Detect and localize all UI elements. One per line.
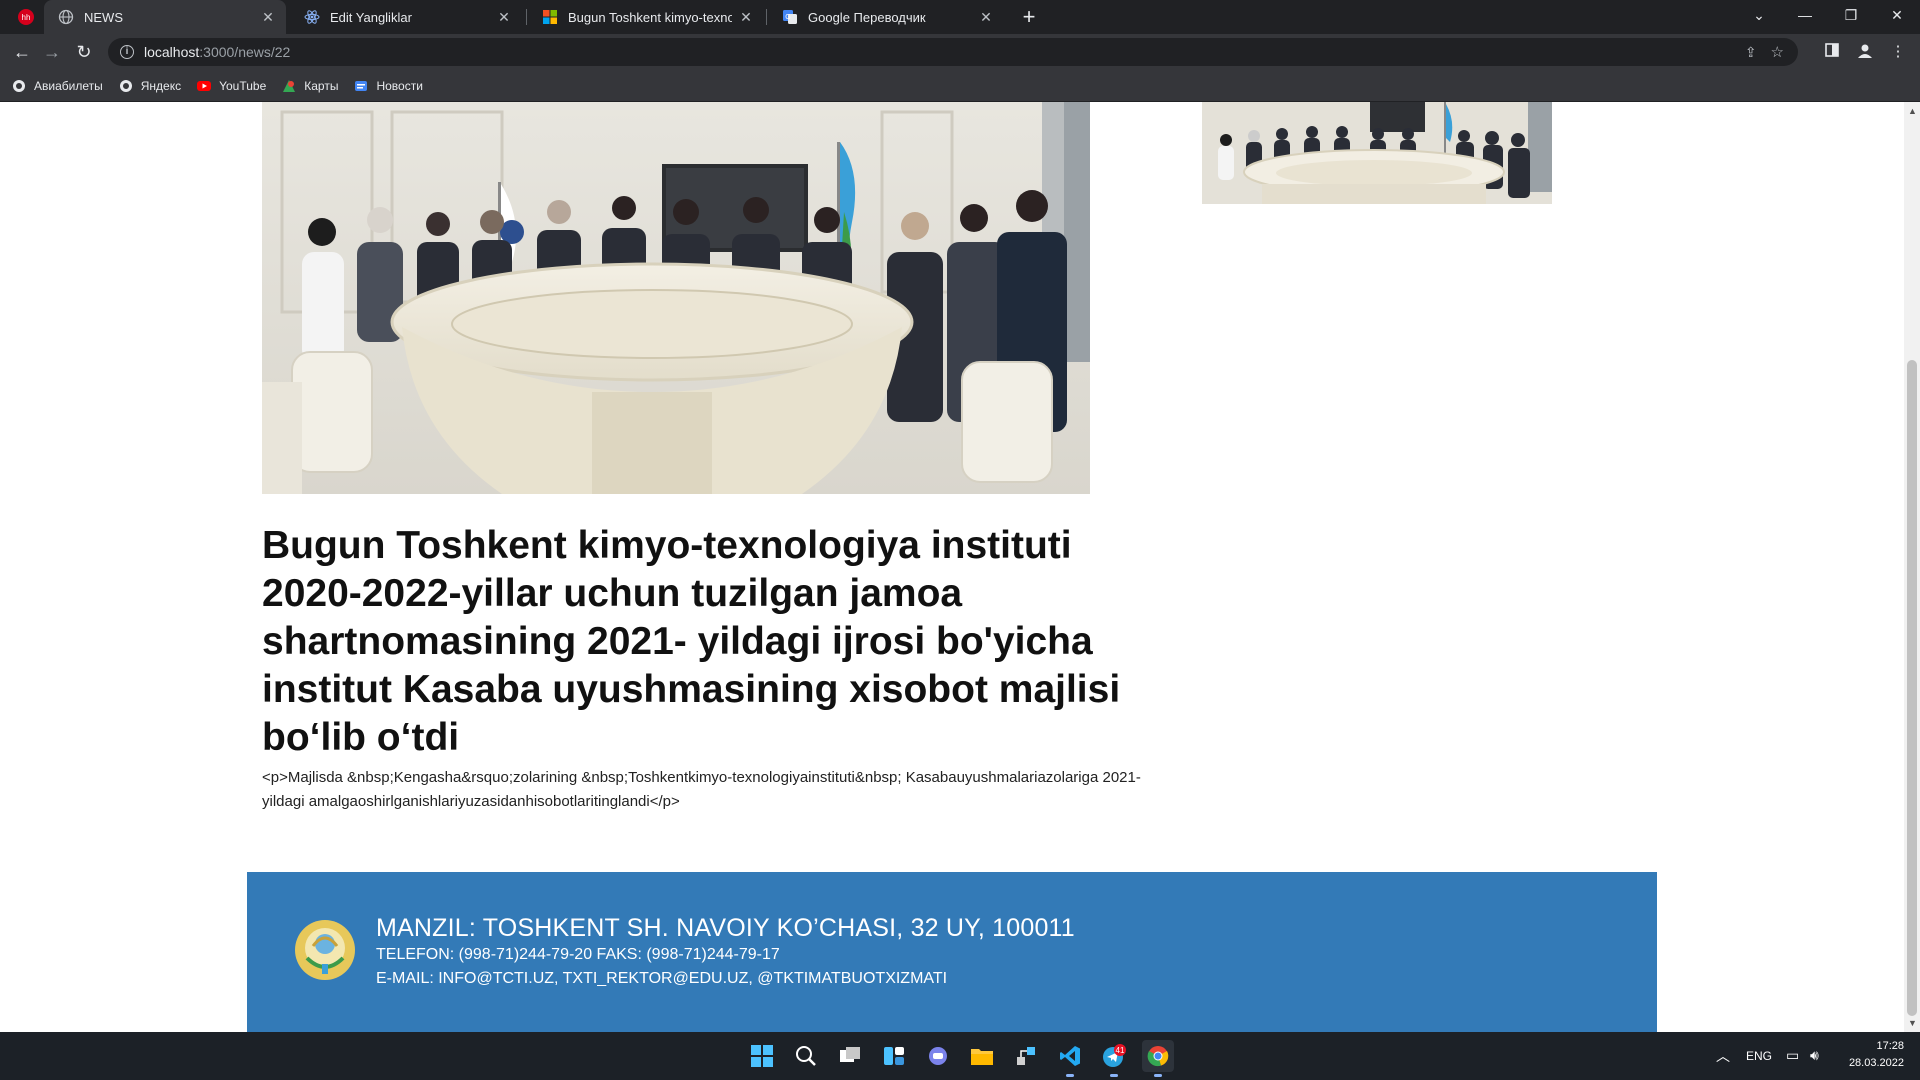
volume-icon[interactable]: 🔊︎ bbox=[1810, 1047, 1819, 1064]
url-host: localhost bbox=[144, 44, 200, 60]
tab-title: NEWS bbox=[84, 9, 123, 25]
bookmarks-bar: Авиабилеты Яндекс YouTube Карты Новости bbox=[0, 70, 1920, 102]
scroll-down-icon[interactable]: ▼ bbox=[1908, 1018, 1917, 1028]
maps-icon bbox=[282, 79, 296, 93]
url-path: :3000/news/22 bbox=[199, 44, 291, 60]
close-window-button[interactable]: ✕ bbox=[1874, 0, 1920, 30]
tab-edit-yangliklar[interactable]: Edit Yangliklar ✕ bbox=[290, 0, 522, 34]
search-icon[interactable] bbox=[790, 1040, 822, 1072]
footer-address: MANZIL: TOSHKENT SH. NAVOIY KO’CHASI, 32… bbox=[376, 914, 1075, 942]
star-icon[interactable]: ☆ bbox=[1771, 43, 1784, 61]
page-viewport: Bugun Toshkent kimyo-texnologiya institu… bbox=[0, 102, 1920, 1032]
network-app-icon[interactable] bbox=[1010, 1040, 1042, 1072]
globe-icon bbox=[119, 79, 133, 93]
page-scrollbar[interactable]: ▲ ▼ bbox=[1904, 102, 1920, 1032]
bookmark-aviabilety[interactable]: Авиабилеты bbox=[12, 79, 103, 93]
close-icon[interactable]: ✕ bbox=[738, 9, 754, 26]
uzbekistan-emblem-icon bbox=[293, 918, 357, 982]
forward-button[interactable]: → bbox=[40, 40, 64, 64]
tab-divider bbox=[526, 9, 527, 25]
bookmark-yandex[interactable]: Яндекс bbox=[119, 79, 181, 93]
article-title: Bugun Toshkent kimyo-texnologiya institu… bbox=[262, 524, 1121, 759]
chrome-icon[interactable] bbox=[1142, 1040, 1174, 1077]
article-body: <p>Majlisda &nbsp;Kengasha&rsquo;zolarin… bbox=[262, 769, 1141, 810]
windows-start-icon[interactable] bbox=[746, 1040, 778, 1072]
bookmark-karty[interactable]: Карты bbox=[282, 79, 338, 93]
bookmark-label: Новости bbox=[376, 78, 423, 93]
bookmark-label: Яндекс bbox=[140, 78, 182, 93]
svg-text:hh: hh bbox=[22, 13, 31, 22]
widgets-icon[interactable] bbox=[878, 1040, 910, 1072]
microsoft-icon bbox=[542, 9, 558, 25]
bookmark-novosti[interactable]: Новости bbox=[354, 78, 423, 93]
tab-news[interactable]: NEWS ✕ bbox=[44, 0, 286, 34]
new-tab-button[interactable]: + bbox=[1016, 4, 1042, 30]
telegram-icon[interactable]: 41 bbox=[1098, 1040, 1130, 1077]
windows-taskbar: 41 ︿ ENG ▭ 🔊︎ 17:28 28.03.2022 bbox=[0, 1032, 1920, 1080]
globe-icon bbox=[58, 9, 74, 25]
scrollbar-thumb[interactable] bbox=[1907, 360, 1917, 1016]
restore-button[interactable]: ❐ bbox=[1828, 0, 1874, 30]
tab-bugun-toshkent[interactable]: Bugun Toshkent kimyo-texnologiya ✕ bbox=[528, 0, 764, 34]
network-icon[interactable]: ▭ bbox=[1786, 1047, 1799, 1064]
tab-search-icon[interactable]: ⌄ bbox=[1736, 0, 1782, 30]
menu-icon[interactable]: ⋮ bbox=[1888, 42, 1908, 62]
bookmark-label: YouTube bbox=[219, 78, 267, 93]
hh-icon: hh bbox=[18, 9, 34, 25]
svg-text:G: G bbox=[785, 14, 790, 21]
file-explorer-icon[interactable] bbox=[966, 1040, 998, 1072]
news-main-image bbox=[262, 102, 1090, 494]
telegram-badge: 41 bbox=[1116, 1046, 1125, 1055]
footer-phone: TELEFON: (998-71)244-79-20 FAKS: (998-71… bbox=[376, 946, 780, 963]
bookmark-label: Карты bbox=[304, 78, 339, 93]
tab-title: Edit Yangliklar bbox=[330, 9, 412, 25]
news-thumbnail-image[interactable] bbox=[1202, 102, 1552, 204]
news-icon bbox=[354, 79, 368, 93]
browser-toolbar: ← → ↻ i localhost:3000/news/22 ⇪ ☆ ⋮ bbox=[0, 34, 1920, 70]
info-icon[interactable]: i bbox=[120, 45, 134, 59]
close-icon[interactable]: ✕ bbox=[260, 9, 276, 26]
close-icon[interactable]: ✕ bbox=[496, 9, 512, 26]
site-footer: MANZIL: TOSHKENT SH. NAVOIY KO’CHASI, 32… bbox=[247, 872, 1657, 1032]
react-icon bbox=[304, 9, 320, 25]
tab-title: Bugun Toshkent kimyo-texnologiya bbox=[568, 9, 732, 25]
clock-time[interactable]: 17:28 bbox=[1848, 1040, 1904, 1052]
close-icon[interactable]: ✕ bbox=[978, 9, 994, 26]
language-indicator[interactable]: ENG bbox=[1746, 1049, 1772, 1063]
reload-button[interactable]: ↻ bbox=[72, 40, 96, 64]
youtube-icon bbox=[197, 79, 212, 93]
side-panel-icon[interactable] bbox=[1822, 42, 1842, 62]
footer-email: E-MAIL: INFO@TCTI.UZ, TXTI_REKTOR@EDU.UZ… bbox=[376, 970, 948, 987]
hh-pinned-tab[interactable]: hh bbox=[8, 0, 44, 34]
task-view-icon[interactable] bbox=[834, 1040, 866, 1072]
tray-chevron-icon[interactable]: ︿ bbox=[1716, 1046, 1730, 1066]
vscode-icon[interactable] bbox=[1054, 1040, 1086, 1077]
tab-strip: hh NEWS ✕ Edit Yangliklar ✕ Bugun Toshke… bbox=[0, 0, 1920, 34]
clock-date[interactable]: 28.03.2022 bbox=[1840, 1057, 1904, 1069]
profile-icon[interactable] bbox=[1855, 42, 1875, 62]
bookmark-label: Авиабилеты bbox=[34, 78, 103, 93]
bookmark-youtube[interactable]: YouTube bbox=[197, 79, 266, 93]
google-translate-icon: G bbox=[782, 9, 798, 25]
scroll-up-icon[interactable]: ▲ bbox=[1908, 106, 1917, 116]
globe-icon bbox=[12, 79, 26, 93]
tab-title: Google Переводчик bbox=[808, 9, 926, 25]
share-icon[interactable]: ⇪ bbox=[1745, 44, 1757, 61]
teams-chat-icon[interactable] bbox=[922, 1040, 954, 1072]
address-bar[interactable]: i localhost:3000/news/22 ⇪ ☆ bbox=[108, 38, 1798, 66]
back-button[interactable]: ← bbox=[10, 40, 34, 64]
minimize-button[interactable]: — bbox=[1782, 0, 1828, 30]
tab-google-translate[interactable]: G Google Переводчик ✕ bbox=[768, 0, 1004, 34]
tab-divider bbox=[766, 9, 767, 25]
